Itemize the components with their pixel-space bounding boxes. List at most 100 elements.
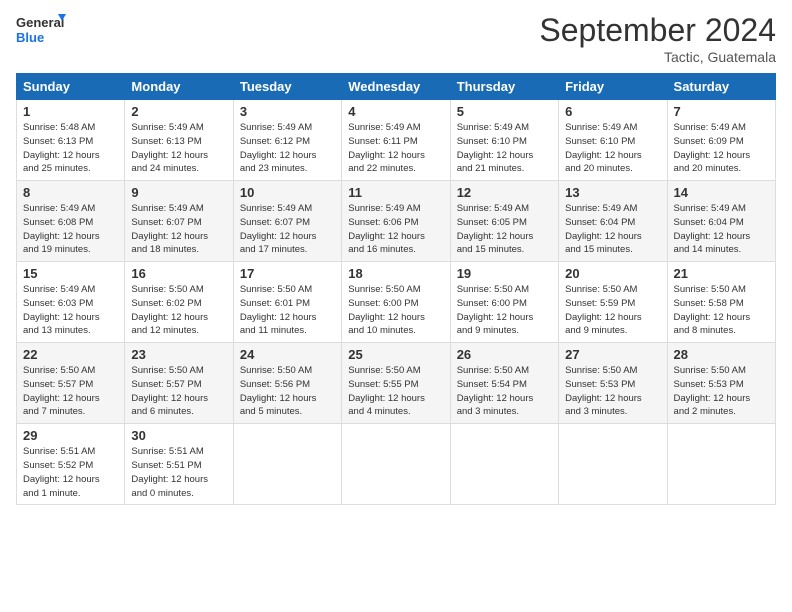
day-number: 17 xyxy=(240,266,335,281)
cell-3-0: 22Sunrise: 5:50 AMSunset: 5:57 PMDayligh… xyxy=(17,343,125,424)
day-info: Sunrise: 5:50 AMSunset: 6:00 PMDaylight:… xyxy=(457,283,552,338)
header-tuesday: Tuesday xyxy=(233,74,341,100)
day-number: 5 xyxy=(457,104,552,119)
day-info: Sunrise: 5:49 AMSunset: 6:03 PMDaylight:… xyxy=(23,283,118,338)
day-info: Sunrise: 5:50 AMSunset: 5:59 PMDaylight:… xyxy=(565,283,660,338)
cell-3-6: 28 Sunrise: 5:50 AMSunset: 5:53 PMDayligh… xyxy=(667,343,775,424)
day-info: Sunrise: 5:49 AMSunset: 6:06 PMDaylight:… xyxy=(348,202,443,257)
day-number: 22 xyxy=(23,347,118,362)
day-info: Sunrise: 5:51 AMSunset: 5:51 PMDaylight:… xyxy=(131,445,226,500)
day-info: Sunrise: 5:50 AMSunset: 5:53 PMDaylight:… xyxy=(674,364,769,419)
day-info: Sunrise: 5:50 AMSunset: 6:02 PMDaylight:… xyxy=(131,283,226,338)
day-info: Sunrise: 5:50 AMSunset: 5:55 PMDaylight:… xyxy=(348,364,443,419)
day-info: Sunrise: 5:49 AMSunset: 6:12 PMDaylight:… xyxy=(240,121,335,176)
logo-svg: General Blue xyxy=(16,12,66,48)
cell-4-6 xyxy=(667,424,775,505)
cell-0-0: 1 Sunrise: 5:48 AMSunset: 6:13 PMDaylight… xyxy=(17,100,125,181)
day-info: Sunrise: 5:50 AMSunset: 5:57 PMDaylight:… xyxy=(131,364,226,419)
cell-0-6: 7 Sunrise: 5:49 AMSunset: 6:09 PMDaylight… xyxy=(667,100,775,181)
cell-0-3: 4Sunrise: 5:49 AMSunset: 6:11 PMDaylight… xyxy=(342,100,450,181)
day-info: Sunrise: 5:49 AMSunset: 6:10 PMDaylight:… xyxy=(565,121,660,176)
day-number: 25 xyxy=(348,347,443,362)
cell-0-5: 6 Sunrise: 5:49 AMSunset: 6:10 PMDaylight… xyxy=(559,100,667,181)
day-number: 20 xyxy=(565,266,660,281)
header-thursday: Thursday xyxy=(450,74,558,100)
day-number: 18 xyxy=(348,266,443,281)
day-info: Sunrise: 5:49 AMSunset: 6:08 PMDaylight:… xyxy=(23,202,118,257)
calendar-table: SundayMondayTuesdayWednesdayThursdayFrid… xyxy=(16,73,776,505)
header-friday: Friday xyxy=(559,74,667,100)
day-number: 24 xyxy=(240,347,335,362)
week-row-4: 22 Sunrise: 5:50 AMSunset: 5:57 PMDayligh… xyxy=(17,343,776,424)
day-info: Sunrise: 5:50 AMSunset: 5:56 PMDaylight:… xyxy=(240,364,335,419)
cell-0-1: 2Sunrise: 5:49 AMSunset: 6:13 PMDaylight… xyxy=(125,100,233,181)
day-number: 13 xyxy=(565,185,660,200)
month-title: September 2024 xyxy=(539,12,776,49)
week-row-3: 15 Sunrise: 5:49 AMSunset: 6:03 PMDayligh… xyxy=(17,262,776,343)
day-number: 16 xyxy=(131,266,226,281)
day-number: 9 xyxy=(131,185,226,200)
day-number: 7 xyxy=(674,104,769,119)
day-number: 19 xyxy=(457,266,552,281)
day-info: Sunrise: 5:51 AMSunset: 5:52 PMDaylight:… xyxy=(23,445,118,500)
location: Tactic, Guatemala xyxy=(539,49,776,65)
cell-2-0: 15 Sunrise: 5:49 AMSunset: 6:03 PMDayligh… xyxy=(17,262,125,343)
week-row-5: 29 Sunrise: 5:51 AMSunset: 5:52 PMDayligh… xyxy=(17,424,776,505)
cell-4-5 xyxy=(559,424,667,505)
cell-2-2: 17Sunrise: 5:50 AMSunset: 6:01 PMDayligh… xyxy=(233,262,341,343)
day-number: 1 xyxy=(23,104,118,119)
day-number: 6 xyxy=(565,104,660,119)
cell-2-3: 18 Sunrise: 5:50 AMSunset: 6:00 PMDayligh… xyxy=(342,262,450,343)
cell-1-6: 14Sunrise: 5:49 AMSunset: 6:04 PMDayligh… xyxy=(667,181,775,262)
day-number: 21 xyxy=(674,266,769,281)
day-info: Sunrise: 5:48 AMSunset: 6:13 PMDaylight:… xyxy=(23,121,118,176)
svg-text:General: General xyxy=(16,15,64,30)
calendar-body: 1 Sunrise: 5:48 AMSunset: 6:13 PMDaylight… xyxy=(17,100,776,505)
cell-4-1: 30 Sunrise: 5:51 AMSunset: 5:51 PMDayligh… xyxy=(125,424,233,505)
day-info: Sunrise: 5:49 AMSunset: 6:07 PMDaylight:… xyxy=(131,202,226,257)
cell-0-4: 5 Sunrise: 5:49 AMSunset: 6:10 PMDaylight… xyxy=(450,100,558,181)
cell-2-5: 20 Sunrise: 5:50 AMSunset: 5:59 PMDayligh… xyxy=(559,262,667,343)
day-info: Sunrise: 5:49 AMSunset: 6:09 PMDaylight:… xyxy=(674,121,769,176)
cell-1-0: 8 Sunrise: 5:49 AMSunset: 6:08 PMDaylight… xyxy=(17,181,125,262)
week-row-2: 8 Sunrise: 5:49 AMSunset: 6:08 PMDaylight… xyxy=(17,181,776,262)
header-saturday: Saturday xyxy=(667,74,775,100)
page: General Blue September 2024 Tactic, Guat… xyxy=(0,0,792,612)
cell-4-4 xyxy=(450,424,558,505)
cell-1-1: 9 Sunrise: 5:49 AMSunset: 6:07 PMDaylight… xyxy=(125,181,233,262)
day-info: Sunrise: 5:49 AMSunset: 6:07 PMDaylight:… xyxy=(240,202,335,257)
day-info: Sunrise: 5:49 AMSunset: 6:11 PMDaylight:… xyxy=(348,121,443,176)
cell-3-1: 23 Sunrise: 5:50 AMSunset: 5:57 PMDayligh… xyxy=(125,343,233,424)
day-info: Sunrise: 5:49 AMSunset: 6:10 PMDaylight:… xyxy=(457,121,552,176)
cell-1-3: 11 Sunrise: 5:49 AMSunset: 6:06 PMDayligh… xyxy=(342,181,450,262)
day-info: Sunrise: 5:49 AMSunset: 6:04 PMDaylight:… xyxy=(674,202,769,257)
day-number: 27 xyxy=(565,347,660,362)
day-number: 3 xyxy=(240,104,335,119)
calendar-header: SundayMondayTuesdayWednesdayThursdayFrid… xyxy=(17,74,776,100)
day-number: 11 xyxy=(348,185,443,200)
day-number: 23 xyxy=(131,347,226,362)
day-info: Sunrise: 5:50 AMSunset: 5:58 PMDaylight:… xyxy=(674,283,769,338)
day-number: 30 xyxy=(131,428,226,443)
title-block: September 2024 Tactic, Guatemala xyxy=(539,12,776,65)
day-info: Sunrise: 5:49 AMSunset: 6:05 PMDaylight:… xyxy=(457,202,552,257)
header-sunday: Sunday xyxy=(17,74,125,100)
day-number: 8 xyxy=(23,185,118,200)
cell-3-3: 25 Sunrise: 5:50 AMSunset: 5:55 PMDayligh… xyxy=(342,343,450,424)
header-row: SundayMondayTuesdayWednesdayThursdayFrid… xyxy=(17,74,776,100)
day-number: 29 xyxy=(23,428,118,443)
cell-4-0: 29 Sunrise: 5:51 AMSunset: 5:52 PMDayligh… xyxy=(17,424,125,505)
week-row-1: 1 Sunrise: 5:48 AMSunset: 6:13 PMDaylight… xyxy=(17,100,776,181)
cell-4-2 xyxy=(233,424,341,505)
cell-2-6: 21 Sunrise: 5:50 AMSunset: 5:58 PMDayligh… xyxy=(667,262,775,343)
cell-2-4: 19 Sunrise: 5:50 AMSunset: 6:00 PMDayligh… xyxy=(450,262,558,343)
cell-0-2: 3 Sunrise: 5:49 AMSunset: 6:12 PMDaylight… xyxy=(233,100,341,181)
cell-4-3 xyxy=(342,424,450,505)
day-number: 15 xyxy=(23,266,118,281)
header-wednesday: Wednesday xyxy=(342,74,450,100)
day-number: 2 xyxy=(131,104,226,119)
day-number: 28 xyxy=(674,347,769,362)
day-info: Sunrise: 5:50 AMSunset: 6:00 PMDaylight:… xyxy=(348,283,443,338)
cell-1-2: 10Sunrise: 5:49 AMSunset: 6:07 PMDayligh… xyxy=(233,181,341,262)
cell-3-2: 24 Sunrise: 5:50 AMSunset: 5:56 PMDayligh… xyxy=(233,343,341,424)
